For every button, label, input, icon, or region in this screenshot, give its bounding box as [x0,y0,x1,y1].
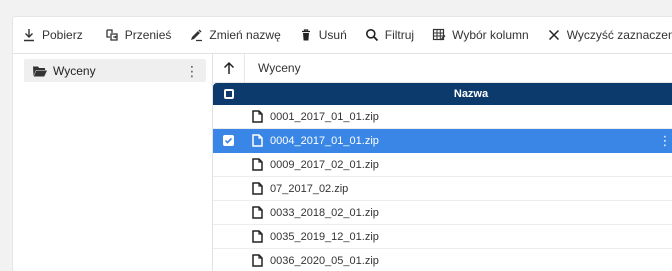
row-checkbox[interactable] [213,135,244,146]
close-icon [548,29,559,41]
table-row[interactable]: 07_2017_02.zip [213,177,672,201]
move-label: Przenieś [124,28,172,42]
file-manager: Pobierz Przenieś Zmień nazwę Usuń Filtru… [13,17,672,271]
search-icon [365,29,378,42]
indeterminate-checkbox-icon [223,89,234,99]
filter-label: Filtruj [384,28,415,42]
tree-item-menu-button[interactable]: ⋮ [185,64,199,78]
navigate-up-button[interactable] [213,54,245,82]
file-icon [244,110,270,123]
file-name: 07_2017_02.zip [270,182,349,195]
file-name: 0001_2017_01_01.zip [270,110,379,123]
row-menu-button[interactable]: ⋮ [658,133,672,149]
folder-open-icon [33,66,47,76]
breadcrumb: Wyceny [213,54,672,83]
checkmark-icon [223,135,234,146]
file-icon [244,182,270,195]
delete-label: Usuń [318,28,347,42]
move-icon [106,29,118,41]
column-chooser-label: Wybór kolumn [452,28,529,42]
trash-icon [301,29,310,41]
table-row[interactable]: 0001_2017_01_01.zip [213,105,672,129]
file-rows: 0001_2017_01_01.zip 0004_2017_01_01.zip ⋮ 0… [213,105,672,271]
download-button[interactable]: Pobierz [13,17,92,53]
rename-label: Zmień nazwę [209,28,281,42]
tree-item-wyceny[interactable]: Wyceny ⋮ [24,59,206,82]
file-name: 0009_2017_02_01.zip [270,158,379,171]
column-chooser-icon [433,28,446,41]
grid-header: Nazwa [213,83,672,105]
file-icon [244,206,270,219]
table-row[interactable]: 0004_2017_01_01.zip ⋮ [213,129,672,153]
pencil-icon [191,29,203,42]
filter-button[interactable]: Filtruj [356,17,423,53]
file-icon [244,134,270,147]
clear-selection-button[interactable]: Wyczyść zaznaczenie [538,17,672,53]
column-header-name[interactable]: Nazwa [270,88,672,100]
select-all-checkbox[interactable] [213,89,244,99]
table-row[interactable]: 0035_2019_12_01.zip [213,225,672,249]
file-list-pane: Wyceny Nazwa 0001_2017_01_01.zip 0004_201… [213,54,672,271]
arrow-up-icon [223,61,234,74]
rename-button[interactable]: Zmień nazwę [180,17,289,53]
toolbar: Pobierz Przenieś Zmień nazwę Usuń Filtru… [13,17,672,54]
delete-button[interactable]: Usuń [290,17,356,53]
clear-selection-label: Wyczyść zaznaczenie [566,28,672,42]
move-button[interactable]: Przenieś [96,17,181,53]
folder-tree: Wyceny ⋮ [13,54,213,271]
file-name: 0033_2018_02_01.zip [270,206,379,219]
breadcrumb-item[interactable]: Wyceny [245,61,301,75]
table-row[interactable]: 0036_2020_05_01.zip [213,249,672,271]
file-name: 0035_2019_12_01.zip [270,230,379,243]
file-icon [244,158,270,171]
file-name: 0036_2020_05_01.zip [270,254,379,267]
tree-item-label: Wyceny [53,63,96,78]
file-name: 0004_2017_01_01.zip [270,134,379,147]
column-chooser-button[interactable]: Wybór kolumn [423,17,538,53]
file-icon [244,230,270,243]
download-label: Pobierz [42,28,83,42]
file-icon [244,254,270,267]
table-row[interactable]: 0033_2018_02_01.zip [213,201,672,225]
download-icon [24,29,34,42]
table-row[interactable]: 0009_2017_02_01.zip [213,153,672,177]
